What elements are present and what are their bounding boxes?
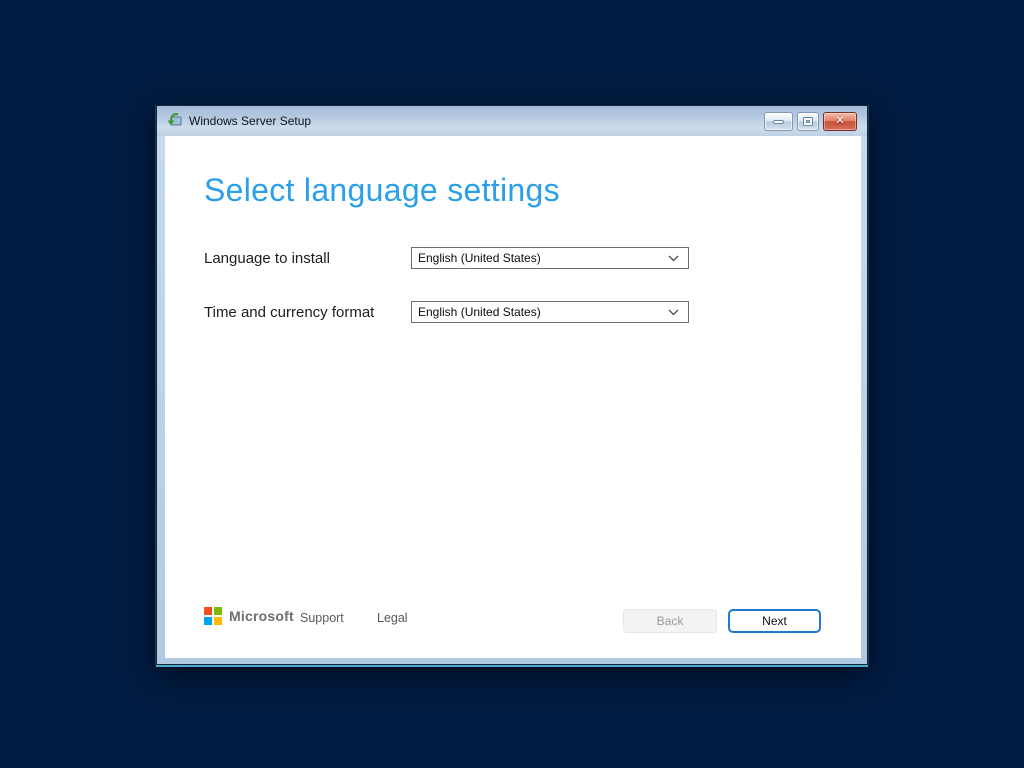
legal-link[interactable]: Legal bbox=[377, 611, 408, 625]
desktop-background: Windows Server Setup ✕ Select language s… bbox=[0, 0, 1024, 768]
microsoft-wordmark: Microsoft bbox=[229, 608, 294, 624]
minimize-icon bbox=[773, 119, 784, 124]
close-button[interactable]: ✕ bbox=[823, 112, 857, 131]
maximize-button[interactable] bbox=[797, 112, 819, 131]
chevron-down-icon bbox=[668, 255, 679, 262]
microsoft-logo-icon bbox=[204, 607, 222, 625]
microsoft-logo: Microsoft bbox=[204, 607, 294, 625]
minimize-button[interactable] bbox=[764, 112, 793, 131]
support-link[interactable]: Support bbox=[300, 611, 344, 625]
time-currency-format-dropdown[interactable]: English (United States) bbox=[411, 301, 689, 323]
ms-logo-square-red bbox=[204, 607, 212, 615]
chevron-down-icon bbox=[668, 309, 679, 316]
back-button[interactable]: Back bbox=[623, 609, 717, 633]
language-to-install-dropdown[interactable]: English (United States) bbox=[411, 247, 689, 269]
windows-setup-icon bbox=[166, 112, 182, 129]
time-currency-format-label: Time and currency format bbox=[204, 303, 375, 321]
maximize-icon bbox=[803, 117, 813, 126]
caption-buttons: ✕ bbox=[764, 112, 857, 131]
page-title: Select language settings bbox=[204, 172, 560, 208]
close-icon: ✕ bbox=[835, 115, 845, 127]
titlebar[interactable]: Windows Server Setup ✕ bbox=[157, 106, 867, 136]
dropdown-selected-value: English (United States) bbox=[418, 305, 541, 319]
next-button[interactable]: Next bbox=[728, 609, 821, 633]
language-to-install-label: Language to install bbox=[204, 249, 330, 267]
client-area: Select language settings Language to ins… bbox=[165, 136, 861, 658]
window-title: Windows Server Setup bbox=[189, 114, 312, 128]
ms-logo-square-yellow bbox=[214, 617, 222, 625]
language-to-install-row: Language to install English (United Stat… bbox=[204, 247, 689, 269]
ms-logo-square-green bbox=[214, 607, 222, 615]
dropdown-selected-value: English (United States) bbox=[418, 251, 541, 265]
setup-window: Windows Server Setup ✕ Select language s… bbox=[156, 105, 868, 665]
ms-logo-square-blue bbox=[204, 617, 212, 625]
time-currency-format-row: Time and currency format English (United… bbox=[204, 301, 689, 323]
